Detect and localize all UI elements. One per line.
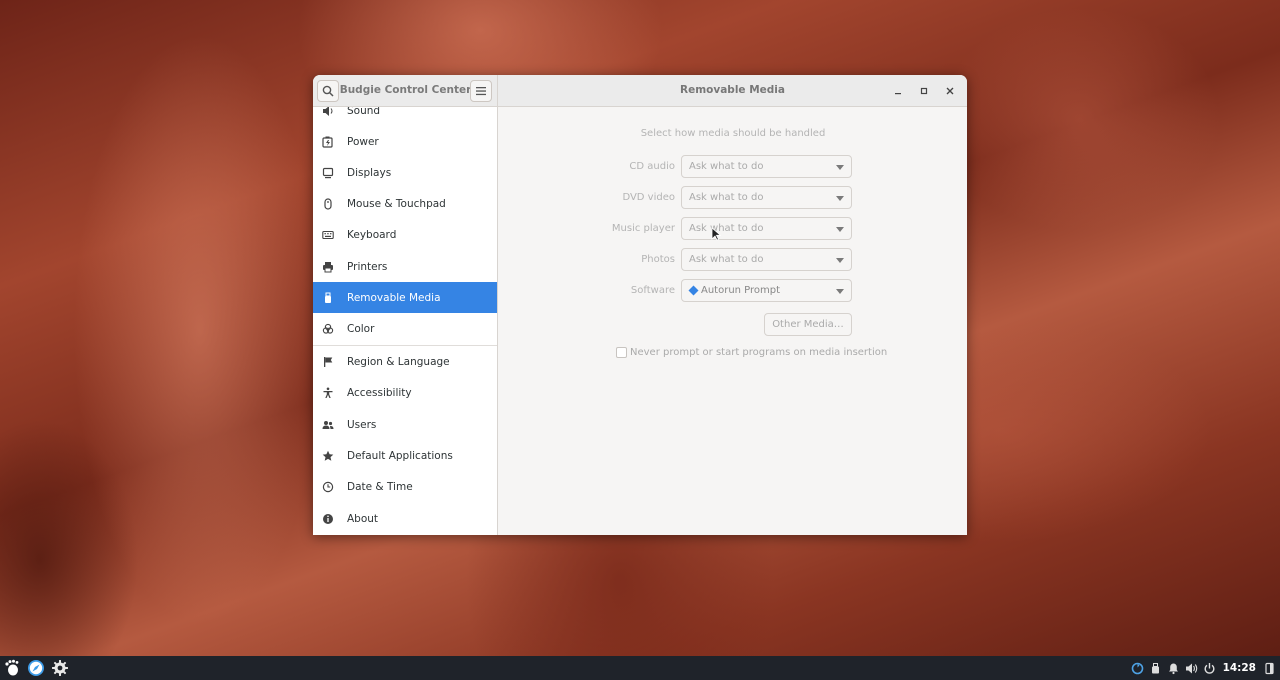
- keyboard-icon: [321, 228, 335, 242]
- dropdown-arrow-icon: [836, 165, 844, 170]
- other-media-button[interactable]: Other Media…: [764, 313, 852, 336]
- photos-dropdown[interactable]: Ask what to do: [681, 248, 852, 271]
- volume-icon[interactable]: [1185, 662, 1198, 675]
- color-icon: [321, 322, 335, 336]
- notification-bell-icon[interactable]: [1167, 662, 1180, 675]
- hamburger-menu-icon: [476, 87, 486, 96]
- software-dropdown[interactable]: Autorun Prompt: [681, 279, 852, 302]
- music-player-dropdown[interactable]: Ask what to do: [681, 217, 852, 240]
- sidebar-item-label: Date & Time: [347, 480, 413, 493]
- dvd-video-label: DVD video: [622, 192, 675, 203]
- dropdown-value: Ask what to do: [689, 254, 764, 265]
- sidebar-item-label: Power: [347, 135, 379, 148]
- content-header: Removable Media: [498, 75, 967, 107]
- star-icon: [321, 449, 335, 463]
- display-icon: [321, 166, 335, 180]
- sidebar-item-label: Keyboard: [347, 228, 397, 241]
- speaker-icon: [321, 107, 335, 118]
- sidebar-item-date-time[interactable]: Date & Time: [313, 471, 497, 502]
- sidebar-item-displays[interactable]: Displays: [313, 157, 497, 188]
- sidebar-item-color[interactable]: Color: [313, 313, 497, 344]
- sidebar: Sound Power Displays Mouse & Touchpad Ke: [313, 107, 498, 535]
- clock[interactable]: 14:28: [1223, 662, 1256, 674]
- dropdown-value: Ask what to do: [689, 192, 764, 203]
- cd-audio-label: CD audio: [629, 161, 675, 172]
- sidebar-item-sound[interactable]: Sound: [313, 107, 497, 126]
- sidebar-header: Budgie Control Center: [313, 75, 498, 107]
- sidebar-item-label: Printers: [347, 260, 388, 273]
- cd-audio-dropdown[interactable]: Ask what to do: [681, 155, 852, 178]
- never-prompt-row[interactable]: Never prompt or start programs on media …: [616, 347, 887, 358]
- gear-icon: [52, 660, 68, 676]
- bottom-panel: 14:28: [0, 656, 1280, 680]
- dropdown-arrow-icon: [836, 289, 844, 294]
- sidebar-item-label: Users: [347, 418, 377, 431]
- system-tray: 14:28: [1131, 656, 1276, 680]
- dropdown-arrow-icon: [836, 196, 844, 201]
- software-label: Software: [630, 285, 675, 296]
- sidebar-item-region-language[interactable]: Region & Language: [313, 346, 497, 377]
- update-manager-icon[interactable]: [1131, 662, 1144, 675]
- section-heading: Select how media should be handled: [640, 128, 826, 139]
- accessibility-icon: [321, 386, 335, 400]
- power-icon[interactable]: [1203, 662, 1216, 675]
- mouse-cursor-icon: [711, 227, 721, 241]
- music-player-label: Music player: [611, 223, 675, 234]
- never-prompt-checkbox[interactable]: [616, 347, 627, 358]
- title-bar: Budgie Control Center Removable Media: [313, 75, 967, 107]
- dvd-video-dropdown[interactable]: Ask what to do: [681, 186, 852, 209]
- mouse-icon: [321, 197, 335, 211]
- dropdown-value: Ask what to do: [689, 223, 764, 234]
- sidebar-item-keyboard[interactable]: Keyboard: [313, 219, 497, 250]
- close-button[interactable]: [943, 84, 957, 98]
- dropdown-arrow-icon: [836, 227, 844, 232]
- battery-icon: [321, 135, 335, 149]
- sidebar-item-label: Color: [347, 322, 375, 335]
- close-icon: [946, 87, 954, 95]
- usb-drive-icon: [321, 291, 335, 305]
- sidebar-item-label: Default Applications: [347, 449, 453, 462]
- sidebar-item-mouse-touchpad[interactable]: Mouse & Touchpad: [313, 188, 497, 219]
- settings-launcher[interactable]: [50, 658, 70, 678]
- panel-launchers: [2, 658, 70, 678]
- info-icon: [321, 512, 335, 526]
- sidebar-item-removable-media[interactable]: Removable Media: [313, 282, 497, 313]
- clock-icon: [321, 480, 335, 494]
- menu-button[interactable]: [470, 80, 492, 102]
- dropdown-value: Autorun Prompt: [701, 285, 781, 296]
- sidebar-item-label: Sound: [347, 107, 381, 117]
- dropdown-value: Ask what to do: [689, 161, 764, 172]
- sidebar-item-label: About: [347, 512, 379, 525]
- minimize-button[interactable]: [891, 84, 905, 98]
- sidebar-item-label: Region & Language: [347, 355, 450, 368]
- photos-label: Photos: [641, 254, 675, 265]
- browser-launcher[interactable]: [26, 658, 46, 678]
- maximize-icon: [920, 87, 928, 95]
- minimize-icon: [895, 93, 901, 95]
- printer-icon: [321, 260, 335, 274]
- never-prompt-label: Never prompt or start programs on media …: [630, 347, 888, 358]
- app-menu-button[interactable]: [2, 658, 22, 678]
- sidebar-item-label: Mouse & Touchpad: [347, 197, 446, 210]
- sidebar-item-printers[interactable]: Printers: [313, 251, 497, 282]
- sidebar-item-label: Removable Media: [347, 291, 441, 304]
- sidebar-item-accessibility[interactable]: Accessibility: [313, 377, 497, 408]
- gnome-foot-icon: [5, 659, 19, 676]
- maximize-button[interactable]: [917, 84, 931, 98]
- flag-icon: [321, 355, 335, 369]
- raven-toggle-icon[interactable]: [1263, 662, 1276, 675]
- control-center-window: Budgie Control Center Removable Media So…: [313, 75, 967, 535]
- compass-browser-icon: [28, 660, 44, 676]
- sidebar-item-default-applications[interactable]: Default Applications: [313, 440, 497, 471]
- sidebar-item-label: Displays: [347, 166, 392, 179]
- dropdown-arrow-icon: [836, 258, 844, 263]
- sidebar-item-about[interactable]: About: [313, 503, 497, 534]
- users-icon: [321, 418, 335, 432]
- autorun-icon: [688, 285, 699, 296]
- removable-drive-icon[interactable]: [1149, 662, 1162, 675]
- sidebar-item-label: Accessibility: [347, 386, 412, 399]
- removable-media-panel: Select how media should be handled CD au…: [499, 107, 967, 535]
- sidebar-item-users[interactable]: Users: [313, 409, 497, 440]
- sidebar-item-power[interactable]: Power: [313, 126, 497, 157]
